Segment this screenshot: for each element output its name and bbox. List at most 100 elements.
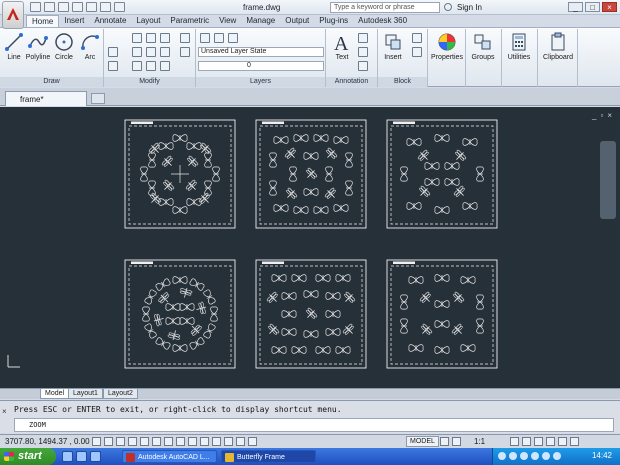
task-autocad[interactable]: Autodesk AutoCAD L...	[122, 450, 217, 463]
file-tab-frame[interactable]: frame*	[5, 91, 87, 106]
object-snap-tracking-icon[interactable]	[176, 437, 185, 446]
layer-icon[interactable]	[214, 33, 224, 43]
language-icon[interactable]	[542, 452, 550, 460]
show-desktop-icon[interactable]	[62, 451, 73, 462]
clipboard-tool[interactable]: Clipboard	[540, 32, 576, 61]
network-icon[interactable]	[498, 452, 506, 460]
tab-view[interactable]: View	[214, 15, 241, 27]
save-as-icon[interactable]	[72, 2, 83, 12]
tab-annotate[interactable]: Annotate	[89, 15, 131, 27]
grid-display-icon[interactable]	[116, 437, 125, 446]
annotation-scale[interactable]: 1:1	[474, 437, 485, 446]
tab-model[interactable]: Model	[40, 389, 70, 399]
rotate-icon[interactable]	[146, 33, 156, 43]
edit-block-icon[interactable]	[412, 47, 422, 57]
stretch-icon[interactable]	[108, 61, 118, 71]
butterfly-frame-3[interactable]	[386, 119, 498, 229]
lineweight-icon[interactable]	[212, 437, 221, 446]
utilities-tool[interactable]: Utilities	[506, 32, 532, 61]
dynamic-ucs-icon[interactable]	[188, 437, 197, 446]
layer-match-icon[interactable]	[228, 33, 238, 43]
dynamic-input-icon[interactable]	[200, 437, 209, 446]
arc-tool[interactable]: Arc	[77, 32, 103, 61]
user-icon[interactable]	[444, 3, 452, 11]
create-block-icon[interactable]	[412, 33, 422, 43]
undo-icon[interactable]	[100, 2, 111, 12]
tab-plug-ins[interactable]: Plug-ins	[314, 15, 353, 27]
butterfly-frame-4[interactable]	[124, 259, 236, 369]
maximize-button[interactable]: □	[585, 2, 600, 12]
app-menu-button[interactable]	[2, 1, 24, 29]
insert-tool[interactable]: Insert	[380, 32, 406, 61]
butterfly-frame-1[interactable]	[124, 119, 236, 229]
erase-icon[interactable]	[180, 33, 190, 43]
tab-home[interactable]: Home	[26, 15, 60, 27]
clean-screen-icon[interactable]	[570, 437, 579, 446]
annotation-panel-label[interactable]: Annotation	[326, 77, 377, 87]
browser-icon[interactable]	[76, 451, 87, 462]
dimension-icon[interactable]	[358, 33, 368, 43]
messenger-icon[interactable]	[553, 452, 561, 460]
redo-icon[interactable]	[114, 2, 125, 12]
offset-icon[interactable]	[180, 47, 190, 57]
polyline-tool[interactable]: Polyline	[25, 32, 51, 61]
update-icon[interactable]	[531, 452, 539, 460]
draw-panel-label[interactable]: Draw	[0, 77, 103, 87]
plot-icon[interactable]	[86, 2, 97, 12]
mirror-icon[interactable]	[132, 47, 142, 57]
object-snap-icon[interactable]	[152, 437, 161, 446]
save-icon[interactable]	[58, 2, 69, 12]
line-tool[interactable]: Line	[1, 32, 27, 61]
tab-layout2[interactable]: Layout2	[103, 389, 138, 399]
3d-object-snap-icon[interactable]	[164, 437, 173, 446]
butterfly-frame-6[interactable]	[386, 259, 498, 369]
polar-tracking-icon[interactable]	[140, 437, 149, 446]
butterfly-frame-2[interactable]	[255, 119, 367, 229]
tab-insert[interactable]: Insert	[59, 15, 89, 27]
move-icon[interactable]	[132, 33, 142, 43]
array-icon[interactable]	[146, 61, 156, 71]
command-input[interactable]: ZOOM	[14, 418, 614, 432]
explode-icon[interactable]	[160, 47, 170, 57]
command-close-icon[interactable]: ×	[2, 407, 7, 416]
tab-output[interactable]: Output	[280, 15, 314, 27]
butterfly-frame-5[interactable]	[255, 259, 367, 369]
clock[interactable]: 14:42	[592, 451, 612, 460]
quick-properties-icon[interactable]	[236, 437, 245, 446]
drawing-canvas[interactable]: _ ▫ ×	[0, 107, 620, 388]
task-butterfly-frame[interactable]: Butterfly Frame	[221, 450, 316, 463]
sign-in-link[interactable]: Sign In	[457, 3, 482, 12]
text-tool[interactable]: A Text	[329, 32, 355, 61]
tab-layout[interactable]: Layout	[131, 15, 165, 27]
properties-tool[interactable]: Properties	[428, 32, 466, 61]
quick-view-layouts-icon[interactable]	[440, 437, 449, 446]
leader-icon[interactable]	[358, 47, 368, 57]
ortho-mode-icon[interactable]	[128, 437, 137, 446]
layers-panel-label[interactable]: Layers	[196, 77, 325, 87]
open-icon[interactable]	[44, 2, 55, 12]
scale-icon[interactable]	[132, 61, 142, 71]
start-button[interactable]: start	[0, 448, 56, 465]
transparency-icon[interactable]	[224, 437, 233, 446]
copy-icon[interactable]	[108, 47, 118, 57]
isolate-objects-icon[interactable]	[558, 437, 567, 446]
search-input[interactable]: Type a keyword or phrase	[330, 2, 440, 13]
tab-layout1[interactable]: Layout1	[68, 389, 103, 399]
trim-icon[interactable]	[160, 33, 170, 43]
groups-tool[interactable]: Groups	[470, 32, 496, 61]
table-icon[interactable]	[358, 61, 368, 71]
align-icon[interactable]	[160, 61, 170, 71]
media-icon[interactable]	[90, 451, 101, 462]
snap-mode-icon[interactable]	[104, 437, 113, 446]
selection-cycling-icon[interactable]	[248, 437, 257, 446]
fillet-icon[interactable]	[146, 47, 156, 57]
modify-panel-label[interactable]: Modify	[104, 77, 195, 87]
layer-properties-icon[interactable]	[200, 33, 210, 43]
annotation-visibility-icon[interactable]	[510, 437, 519, 446]
model-space-button[interactable]: MODEL	[406, 436, 439, 447]
tab-manage[interactable]: Manage	[241, 15, 280, 27]
volume-icon[interactable]	[509, 452, 517, 460]
current-layer-dropdown[interactable]: 0	[198, 61, 324, 71]
quick-view-drawings-icon[interactable]	[452, 437, 461, 446]
hardware-acceleration-icon[interactable]	[546, 437, 555, 446]
